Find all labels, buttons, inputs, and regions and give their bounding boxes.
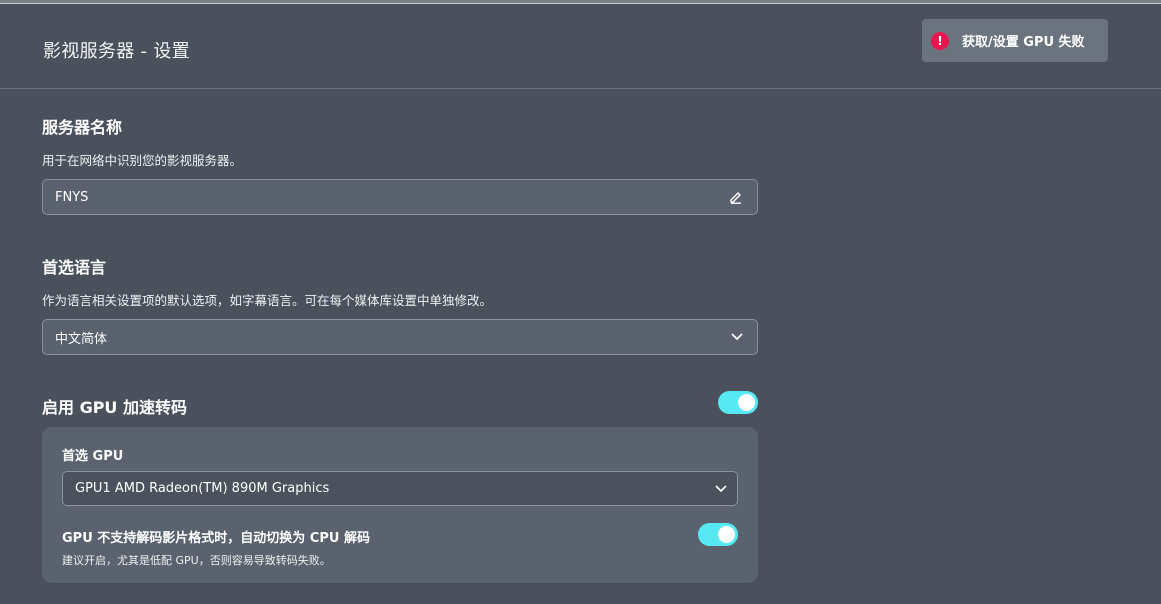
- preferred-gpu-value: GPU1 AMD Radeon(TM) 890M Graphics: [75, 481, 330, 496]
- gpu-transcode-title: 启用 GPU 加速转码: [42, 398, 187, 417]
- toggle-knob: [738, 394, 755, 411]
- chevron-down-icon: [731, 333, 743, 341]
- preferred-language-description: 作为语言相关设置项的默认选项，如字幕语言。可在每个媒体库设置中单独修改。: [42, 293, 493, 308]
- cpu-fallback-toggle[interactable]: [698, 523, 738, 546]
- preferred-gpu-label: 首选 GPU: [62, 449, 124, 464]
- pencil-icon[interactable]: [729, 190, 743, 204]
- preferred-language-select[interactable]: 中文简体: [42, 319, 758, 355]
- cpu-fallback-title: GPU 不支持解码影片格式时，自动切换为 CPU 解码: [62, 531, 370, 546]
- toggle-knob: [718, 526, 735, 543]
- preferred-language-value: 中文简体: [55, 331, 108, 347]
- alert-circle-icon: !: [931, 31, 949, 50]
- chevron-down-icon: [715, 485, 727, 493]
- toast-message: 获取/设置 GPU 失败: [962, 35, 1085, 50]
- server-name-description: 用于在网络中识别您的影视服务器。: [42, 153, 243, 168]
- gpu-transcode-toggle[interactable]: [718, 391, 758, 414]
- page-title: 影视服务器 - 设置: [43, 41, 190, 62]
- gpu-settings-panel: 首选 GPU GPU1 AMD Radeon(TM) 890M Graphics…: [42, 427, 758, 583]
- window-top-border: [0, 0, 1161, 4]
- preferred-language-title: 首选语言: [42, 258, 107, 277]
- error-toast: ! 获取/设置 GPU 失败: [922, 19, 1108, 62]
- cpu-fallback-description: 建议开启，尤其是低配 GPU，否则容易导致转码失败。: [62, 554, 331, 567]
- server-name-title: 服务器名称: [42, 118, 123, 137]
- server-name-field[interactable]: FNYS: [42, 179, 758, 215]
- server-name-value: FNYS: [55, 189, 89, 205]
- preferred-gpu-select[interactable]: GPU1 AMD Radeon(TM) 890M Graphics: [62, 471, 738, 506]
